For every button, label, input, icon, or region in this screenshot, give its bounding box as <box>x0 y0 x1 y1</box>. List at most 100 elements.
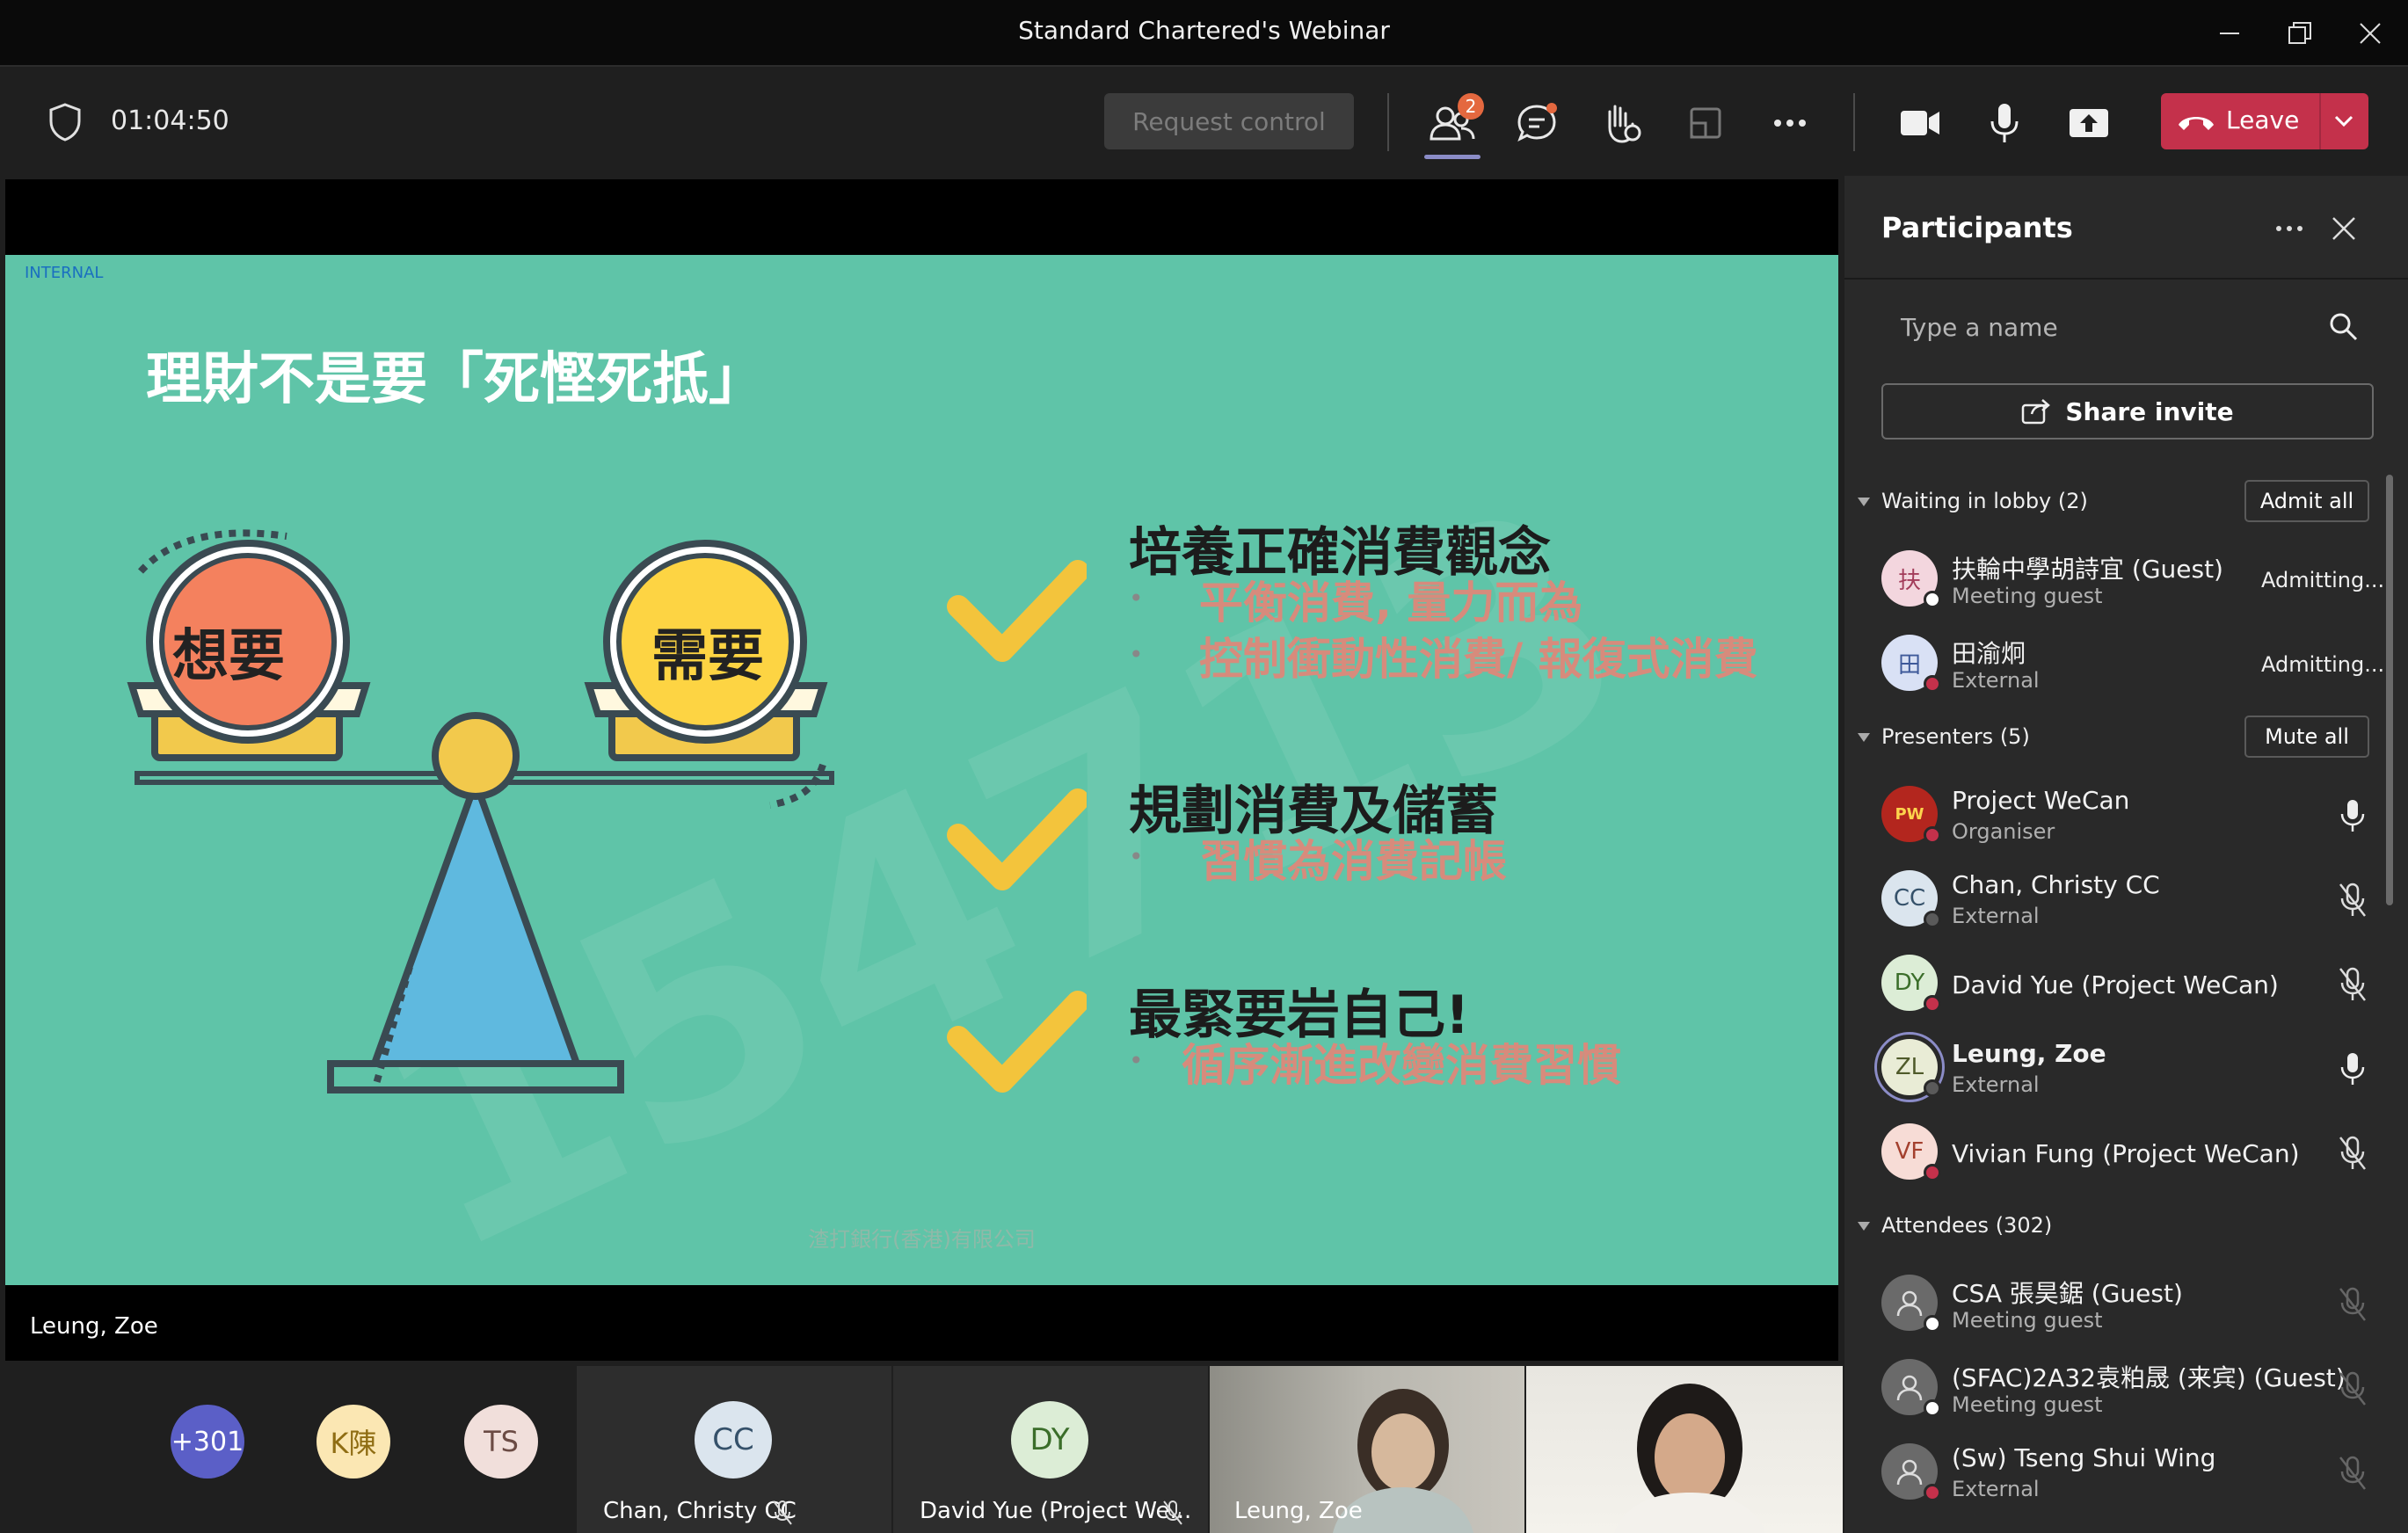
presenter-row[interactable]: DY David Yue (Project WeCan) <box>1844 942 2408 1027</box>
person-name: Leung, Zoe <box>1952 1039 2106 1068</box>
camera-button[interactable] <box>1892 95 1948 151</box>
collapse-caret-icon[interactable] <box>1857 496 1871 508</box>
presenters-header[interactable]: Presenters (5) <box>1881 724 2030 749</box>
more-options-button[interactable] <box>1762 95 1818 151</box>
video-tile[interactable]: Leung, Zoe <box>1210 1366 1524 1533</box>
window-title: Standard Chartered's Webinar <box>1018 16 1390 45</box>
more-participants-button[interactable]: +301 <box>171 1405 244 1479</box>
leave-label: Leave <box>2226 105 2300 134</box>
point-1-bullet-1: 平衡消費, 量力而為 <box>1199 578 1583 628</box>
status-indicator <box>1924 675 1941 693</box>
presenter-row[interactable]: PW Project WeCan Organiser <box>1844 774 2408 858</box>
toolbar-divider <box>1853 93 1855 151</box>
status-indicator <box>1924 911 1941 928</box>
share-screen-button[interactable] <box>2061 95 2117 151</box>
leave-button[interactable]: Leave <box>2161 93 2368 149</box>
person-role: Meeting guest <box>1952 1392 2103 1417</box>
request-control-button[interactable]: Request control <box>1104 93 1354 149</box>
person-name: CSA 張昊鋸 (Guest) <box>1952 1279 2183 1308</box>
person-icon <box>1896 1459 1923 1486</box>
participants-button[interactable]: 2 <box>1424 93 1484 159</box>
close-window-button[interactable] <box>2344 9 2397 58</box>
avatar[interactable]: K陳 <box>316 1405 390 1479</box>
admit-all-button[interactable]: Admit all <box>2244 480 2369 522</box>
microphone-button[interactable] <box>1976 95 2033 151</box>
search-input[interactable]: Type a name <box>1869 299 2384 355</box>
search-icon <box>2330 313 2358 341</box>
mic-disabled-icon <box>2339 1287 2366 1321</box>
attendee-row[interactable]: (SFAC)2A32袁粕晟 (来宾) (Guest) Meeting guest <box>1844 1347 2408 1431</box>
admitting-status: Admitting... <box>2261 568 2385 592</box>
avatar[interactable]: TS <box>464 1405 538 1479</box>
title-bar: Standard Chartered's Webinar <box>0 0 2408 67</box>
person-role: Organiser <box>1952 819 2055 844</box>
need-label: 需要 <box>651 624 764 689</box>
person-role: Meeting guest <box>1952 1308 2103 1333</box>
minimize-icon <box>2220 33 2239 34</box>
search-placeholder: Type a name <box>1901 313 2058 342</box>
person-name: 扶輪中學胡詩宜 (Guest) <box>1952 555 2223 584</box>
hand-icon <box>1608 105 1641 143</box>
video-tile[interactable]: CC Chan, Christy CC <box>577 1366 891 1533</box>
meeting-timer: 01:04:50 <box>111 105 229 136</box>
slide-footer: 渣打銀行(香港)有限公司 <box>808 1227 1036 1252</box>
mute-all-button[interactable]: Mute all <box>2244 716 2369 758</box>
more-icon[interactable] <box>2272 218 2307 239</box>
pop-out-button[interactable] <box>1677 95 1734 151</box>
person-role: Meeting guest <box>1952 584 2103 608</box>
leave-split <box>2319 93 2321 149</box>
attendee-row[interactable]: CSA 張昊鋸 (Guest) Meeting guest <box>1844 1262 2408 1347</box>
share-invite-button[interactable]: Share invite <box>1881 383 2374 440</box>
attendee-row[interactable]: (Sw) Tseng Shui Wing External <box>1844 1431 2408 1515</box>
close-icon[interactable] <box>2330 214 2358 243</box>
person-icon <box>1896 1290 1923 1317</box>
bullet-dot: • <box>1129 1046 1144 1075</box>
panel-title: Participants <box>1881 211 2073 244</box>
microphone-icon[interactable] <box>2337 1050 2368 1088</box>
window-icon <box>1690 107 1721 139</box>
mic-disabled-icon <box>2339 1371 2366 1406</box>
muted-mic-icon[interactable] <box>2337 1134 2368 1173</box>
share-invite-label: Share invite <box>2065 396 2234 426</box>
person-name: Vivian Fung (Project WeCan) <box>1952 1139 2300 1168</box>
avatar: CC <box>695 1401 772 1479</box>
status-indicator <box>1924 1399 1941 1417</box>
microphone-icon[interactable] <box>2337 796 2368 835</box>
restore-button[interactable] <box>2273 9 2326 58</box>
raise-hand-button[interactable] <box>1593 95 1649 151</box>
collapse-caret-icon[interactable] <box>1857 1220 1871 1232</box>
muted-mic-icon[interactable] <box>2337 881 2368 919</box>
video-tile[interactable] <box>1526 1366 1843 1533</box>
checkmark-icon <box>947 991 1087 1093</box>
presenter-name-label: Leung, Zoe <box>30 1313 158 1340</box>
person-name: David Yue (Project WeCan) <box>1952 970 2279 999</box>
muted-mic-icon[interactable] <box>2337 965 2368 1004</box>
share-screen-icon <box>2070 109 2108 137</box>
attendees-header[interactable]: Attendees (302) <box>1881 1213 2052 1238</box>
person-name: Chan, Christy CC <box>1952 870 2160 899</box>
muted-mic-icon <box>773 1500 792 1525</box>
lobby-person-row[interactable]: 田 田渝炯 External Admitting... <box>1844 622 2408 707</box>
person-role: External <box>1952 1477 2040 1501</box>
lobby-person-row[interactable]: 扶 扶輪中學胡詩宜 (Guest) Meeting guest Admittin… <box>1844 538 2408 622</box>
presenter-row[interactable]: CC Chan, Christy CC External <box>1844 858 2408 942</box>
status-indicator <box>1924 995 1941 1013</box>
lobby-header[interactable]: Waiting in lobby (2) <box>1881 489 2088 513</box>
status-indicator <box>1924 1484 1941 1501</box>
point-2-bullet-1: 習慣為消費記帳 <box>1199 836 1507 887</box>
close-icon <box>2360 23 2381 44</box>
minimize-button[interactable] <box>2203 9 2256 58</box>
toolbar-divider <box>1387 93 1389 151</box>
video-tile[interactable]: DY David Yue (Project We... <box>893 1366 1208 1533</box>
panel-scrollbar[interactable] <box>2386 475 2393 905</box>
person-video-feed <box>1614 1384 1765 1533</box>
checkmark-icon <box>947 788 1087 890</box>
want-label: 想要 <box>172 624 285 689</box>
presenter-row[interactable]: ZL Leung, Zoe External <box>1844 1027 2408 1111</box>
hang-up-icon <box>2179 117 2214 130</box>
chevron-down-icon[interactable] <box>2333 113 2354 130</box>
presenter-row[interactable]: VF Vivian Fung (Project WeCan) <box>1844 1111 2408 1195</box>
collapse-caret-icon[interactable] <box>1857 731 1871 744</box>
person-role: External <box>1952 1072 2040 1097</box>
chat-button[interactable] <box>1509 95 1565 151</box>
